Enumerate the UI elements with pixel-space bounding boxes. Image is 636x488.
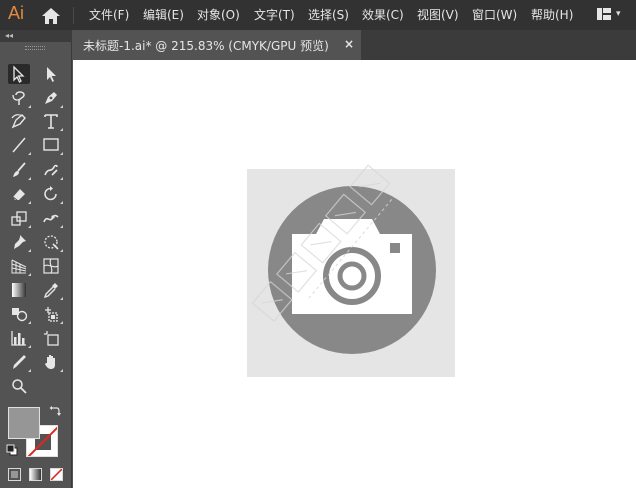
- swap-colors-icon[interactable]: [49, 405, 61, 417]
- selection-tool[interactable]: [8, 64, 30, 84]
- menu-help[interactable]: 帮助(H): [531, 7, 573, 23]
- hand-tool-icon: [45, 355, 55, 369]
- width-tool-icon: [43, 214, 59, 223]
- eyedropper-tool-icon: [43, 283, 58, 299]
- none-mode-button[interactable]: [50, 468, 63, 481]
- line-segment-tool-icon: [12, 137, 26, 153]
- puppet-warp-tool-icon: [14, 235, 26, 249]
- zoom-tool[interactable]: [8, 376, 30, 396]
- app-logo: Ai: [8, 3, 25, 23]
- home-icon[interactable]: [41, 7, 61, 25]
- column-graph-tool-icon: [11, 331, 26, 346]
- perspective-grid-tool-icon: [11, 259, 27, 274]
- width-tool[interactable]: [40, 208, 63, 228]
- eyedropper-tool[interactable]: [40, 280, 63, 300]
- none-mode-icon: [51, 469, 62, 480]
- collapse-icon[interactable]: ◂◂: [5, 30, 13, 42]
- menu-select[interactable]: 选择(S): [308, 7, 349, 23]
- magic-wand-tool[interactable]: [8, 88, 31, 108]
- fill-color-swatch[interactable]: [8, 407, 40, 439]
- shaper-tool[interactable]: [40, 160, 63, 180]
- type-tool-icon: [44, 114, 58, 129]
- paintbrush-tool[interactable]: [8, 160, 31, 180]
- direct-selection-tool-icon: [47, 67, 56, 82]
- paintbrush-tool-icon: [13, 162, 26, 177]
- color-mode-inner: [11, 471, 18, 478]
- menu-window[interactable]: 窗口(W): [472, 7, 517, 23]
- column-graph-tool[interactable]: [8, 328, 31, 348]
- artboard-tool[interactable]: [40, 328, 62, 348]
- eraser-tool-icon: [12, 189, 25, 201]
- menu-file[interactable]: 文件(F): [89, 7, 129, 23]
- magic-wand-tool-icon: [12, 91, 25, 105]
- slice-tool[interactable]: [8, 352, 31, 372]
- gradient-mode-button[interactable]: [29, 468, 42, 481]
- menu-type[interactable]: 文字(T): [254, 7, 295, 23]
- mesh-tool-icon: [43, 258, 59, 274]
- mesh-tool[interactable]: [40, 256, 62, 276]
- type-tool[interactable]: [40, 111, 63, 131]
- gradient-tool-icon: [12, 283, 26, 297]
- scale-tool-icon: [11, 211, 27, 226]
- selection-tool-icon: [13, 65, 25, 83]
- menu-separator: [73, 7, 74, 24]
- pen-tool-icon: [45, 92, 57, 104]
- puppet-warp-tool[interactable]: [8, 232, 31, 252]
- document-tab-label: 未标题-1.ai* @ 215.83% (CMYK/GPU 预览): [83, 39, 329, 53]
- line-segment-tool[interactable]: [8, 135, 31, 155]
- camera-icon[interactable]: [268, 186, 436, 354]
- rectangle-tool[interactable]: [40, 135, 63, 155]
- color-mode-button[interactable]: [8, 468, 21, 481]
- shape-builder-tool-icon: [12, 308, 28, 322]
- menu-object[interactable]: 对象(O): [197, 7, 240, 23]
- perspective-grid-tool[interactable]: [8, 256, 31, 276]
- artboard-tool-icon: [44, 331, 59, 346]
- live-paint-selection-tool[interactable]: [40, 304, 63, 324]
- curvature-tool[interactable]: [8, 111, 30, 131]
- hand-tool[interactable]: [40, 352, 63, 372]
- menu-view[interactable]: 视图(V): [417, 7, 459, 23]
- live-paint-selection-tool-icon: [45, 307, 58, 322]
- rectangle-tool-icon: [43, 138, 59, 151]
- layout-grid-icon[interactable]: [597, 8, 611, 20]
- pen-tool[interactable]: [40, 88, 63, 108]
- menu-edit[interactable]: 编辑(E): [143, 7, 184, 23]
- panel-grip[interactable]: [25, 46, 45, 50]
- chevron-down-icon[interactable]: ▾: [616, 9, 621, 19]
- curvature-tool-icon: [11, 114, 26, 129]
- rotate-tool[interactable]: [40, 184, 63, 204]
- free-transform-tool[interactable]: [40, 232, 63, 252]
- default-colors-icon[interactable]: [6, 444, 18, 456]
- scale-tool[interactable]: [8, 208, 31, 228]
- slice-tool-icon: [13, 355, 26, 369]
- rotate-tool-icon: [44, 186, 57, 201]
- document-tab[interactable]: 未标题-1.ai* @ 215.83% (CMYK/GPU 预览) ×: [73, 30, 361, 60]
- shape-builder-tool[interactable]: [8, 304, 31, 324]
- gradient-mode-icon: [30, 469, 41, 480]
- shaper-tool-icon: [44, 164, 58, 176]
- eraser-tool[interactable]: [8, 184, 31, 204]
- free-transform-tool-icon: [44, 235, 59, 250]
- direct-selection-tool[interactable]: [40, 64, 62, 84]
- zoom-tool-icon: [12, 379, 27, 394]
- menu-effect[interactable]: 效果(C): [362, 7, 404, 23]
- close-icon[interactable]: ×: [344, 37, 354, 51]
- gradient-tool[interactable]: [8, 280, 30, 300]
